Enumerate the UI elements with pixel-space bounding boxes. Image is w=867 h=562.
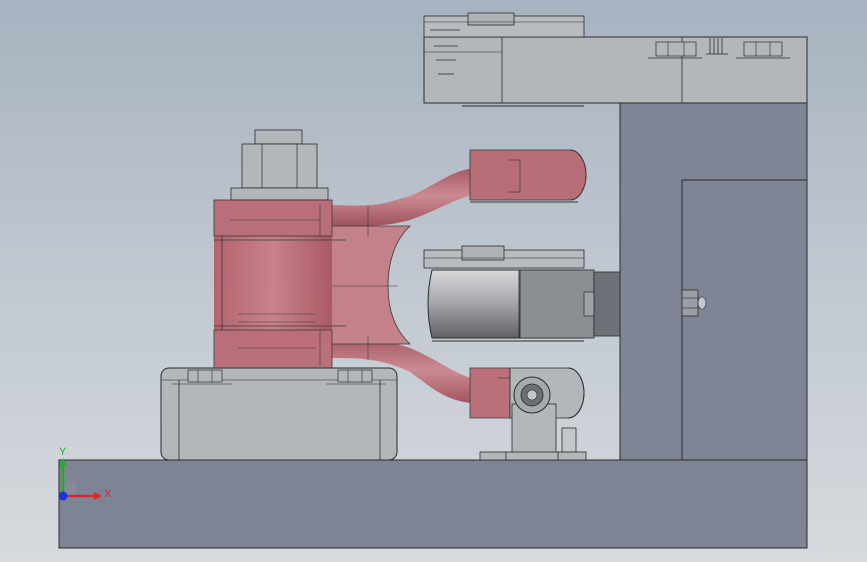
- left-support-block[interactable]: [160, 367, 398, 461]
- block-nut-right: [337, 369, 373, 383]
- x-axis-label: X: [104, 488, 112, 500]
- top-arm[interactable]: [423, 12, 808, 107]
- top-arm-fastener-left: [648, 41, 702, 59]
- top-arm-fastener-right: [736, 41, 790, 59]
- right-column[interactable]: [619, 102, 808, 461]
- z-axis-dot: [58, 491, 68, 501]
- block-nut-left: [187, 369, 223, 383]
- roller-left-foot: [479, 451, 507, 461]
- middle-clamp-cylinder[interactable]: [423, 245, 621, 342]
- y-axis-label: Y: [59, 446, 67, 458]
- top-hex-nut[interactable]: [230, 129, 329, 201]
- roller-right-pin: [557, 427, 587, 461]
- cad-viewport[interactable]: X Y: [0, 0, 867, 562]
- base-plate[interactable]: [58, 459, 808, 549]
